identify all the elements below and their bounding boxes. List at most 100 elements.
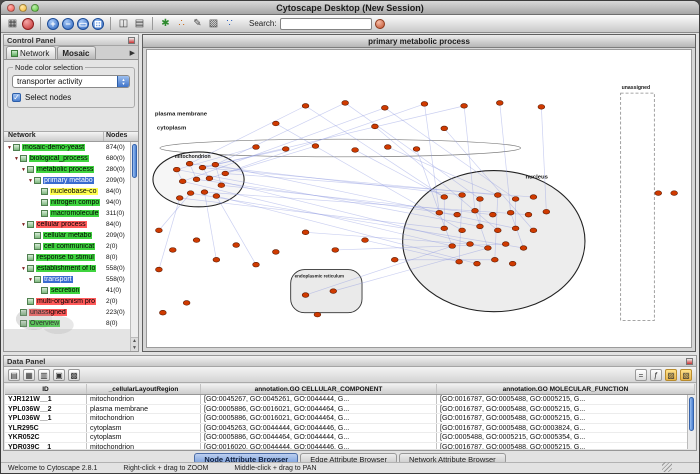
network-node[interactable] bbox=[512, 197, 519, 202]
tab-mosaic[interactable]: Mosaic bbox=[57, 46, 96, 59]
column-header[interactable]: annotation.GO CELLULAR_COMPONENT bbox=[201, 384, 437, 394]
network-edge[interactable] bbox=[215, 103, 345, 165]
network-node[interactable] bbox=[441, 226, 448, 231]
network-node[interactable] bbox=[494, 228, 501, 233]
vizmapper-icon[interactable]: ✱ bbox=[159, 17, 172, 30]
network-node[interactable] bbox=[441, 126, 448, 131]
network-node[interactable] bbox=[173, 167, 180, 172]
tree-row[interactable]: response to stimul8(0) bbox=[4, 252, 138, 263]
table-cell[interactable]: [GO:0016787, GO:0005488, GO:0003824, G..… bbox=[437, 424, 695, 433]
network-node[interactable] bbox=[314, 312, 321, 317]
network-node[interactable] bbox=[253, 145, 260, 150]
delete-attribute-icon[interactable]: ▥ bbox=[38, 369, 50, 381]
tree-row[interactable]: nucleobase-co84(0) bbox=[4, 186, 138, 197]
network-node[interactable] bbox=[187, 191, 194, 196]
network-node[interactable] bbox=[509, 261, 516, 266]
tree-column-nodes[interactable]: Nodes bbox=[104, 132, 138, 141]
window-titlebar[interactable]: Cytoscape Desktop (New Session) bbox=[1, 1, 699, 15]
column-header[interactable]: annotation.GO MOLECULAR_FUNCTION bbox=[437, 384, 695, 394]
network-node[interactable] bbox=[384, 145, 391, 150]
network-node[interactable] bbox=[302, 104, 309, 109]
network-node[interactable] bbox=[449, 244, 456, 249]
save-session-icon[interactable] bbox=[22, 18, 34, 30]
expander-icon[interactable]: ▼ bbox=[20, 222, 27, 228]
network-node[interactable] bbox=[176, 196, 183, 201]
expander-icon[interactable]: ▼ bbox=[27, 178, 34, 184]
tree-column-network[interactable]: Network bbox=[4, 132, 104, 141]
network-node[interactable] bbox=[156, 228, 163, 233]
network-node[interactable] bbox=[530, 195, 537, 200]
tab-network[interactable]: Network bbox=[6, 46, 56, 59]
network-node[interactable] bbox=[484, 246, 491, 251]
open-attribute-file-icon[interactable]: ▧ bbox=[680, 369, 692, 381]
table-cell[interactable]: YJR121W__1 bbox=[5, 395, 87, 404]
network-node[interactable] bbox=[362, 238, 369, 243]
search-input[interactable] bbox=[280, 18, 372, 30]
table-cell[interactable]: mitochondrion bbox=[87, 395, 201, 404]
resize-grip[interactable] bbox=[662, 462, 672, 472]
network-node[interactable] bbox=[489, 212, 496, 217]
network-node[interactable] bbox=[218, 183, 225, 188]
scrollbar-thumb[interactable] bbox=[132, 144, 137, 178]
zoom-out-icon[interactable]: − bbox=[62, 18, 74, 30]
tab-overflow-button[interactable]: ▶ bbox=[130, 49, 138, 59]
select-attributes-icon[interactable]: ▤ bbox=[8, 369, 20, 381]
network-node[interactable] bbox=[441, 195, 448, 200]
network-node[interactable] bbox=[454, 212, 461, 217]
table-cell[interactable]: mitochondrion bbox=[87, 414, 201, 423]
network-node[interactable] bbox=[179, 179, 186, 184]
tree-row[interactable]: ▼cellular process84(0) bbox=[4, 219, 138, 230]
network-node[interactable] bbox=[491, 257, 498, 262]
network-node[interactable] bbox=[159, 310, 166, 315]
network-node[interactable] bbox=[312, 144, 319, 149]
expander-icon[interactable]: ▼ bbox=[13, 156, 20, 162]
table-cell[interactable]: [GO:0005886, GO:0016021, GO:0044464, G..… bbox=[201, 414, 437, 423]
network-node[interactable] bbox=[330, 289, 337, 294]
network-canvas[interactable]: plasma membrane cytoplasm mitochondrion … bbox=[147, 50, 691, 347]
table-cell[interactable]: YLR295C bbox=[5, 424, 87, 433]
table-cell[interactable]: [GO:0005488, GO:0005215, GO:0005354, G..… bbox=[437, 433, 695, 442]
network-node[interactable] bbox=[332, 248, 339, 253]
network-node[interactable] bbox=[169, 248, 176, 253]
network-node[interactable] bbox=[655, 191, 662, 196]
function-builder-icon[interactable]: ƒ bbox=[650, 369, 662, 381]
network-node[interactable] bbox=[477, 197, 484, 202]
table-cell[interactable]: [GO:0005886, GO:0016021, GO:0044464, G..… bbox=[201, 405, 437, 414]
column-header[interactable]: _cellularLayoutRegion bbox=[87, 384, 201, 394]
table-row[interactable]: YJR121W__1mitochondrion[GO:0045267, GO:0… bbox=[5, 395, 695, 405]
tree-row[interactable]: cell communicat2(0) bbox=[4, 241, 138, 252]
table-cell[interactable]: [GO:0005886, GO:0044464, GO:0044444, G..… bbox=[201, 433, 437, 442]
column-header[interactable]: ID bbox=[5, 384, 87, 394]
network-node[interactable] bbox=[496, 101, 503, 106]
network-node[interactable] bbox=[156, 267, 163, 272]
expander-icon[interactable]: ▼ bbox=[20, 167, 27, 173]
tree-row[interactable]: ▼primary metabo209(0) bbox=[4, 175, 138, 186]
network-node[interactable] bbox=[282, 147, 289, 152]
network-node[interactable] bbox=[253, 262, 260, 267]
close-window-button[interactable] bbox=[7, 4, 15, 12]
network-node[interactable] bbox=[421, 102, 428, 107]
equation-builder-icon[interactable]: = bbox=[635, 369, 647, 381]
network-node[interactable] bbox=[342, 101, 349, 106]
network-node[interactable] bbox=[193, 177, 200, 182]
network-node[interactable] bbox=[472, 208, 479, 213]
network-node[interactable] bbox=[525, 212, 532, 217]
expander-icon[interactable]: ▼ bbox=[20, 266, 27, 272]
zoom-window-button[interactable] bbox=[31, 4, 39, 12]
network-node[interactable] bbox=[512, 226, 519, 231]
network-node[interactable] bbox=[459, 228, 466, 233]
tree-row[interactable]: ▼establishment of lo558(0) bbox=[4, 263, 138, 274]
minimize-window-button[interactable] bbox=[19, 4, 27, 12]
network-node[interactable] bbox=[474, 261, 481, 266]
table-cell[interactable]: cytoplasm bbox=[87, 424, 201, 433]
network-node[interactable] bbox=[183, 301, 190, 306]
zoom-selected-region-icon[interactable]: ▭ bbox=[77, 18, 89, 30]
zoom-to-fit-icon[interactable]: ⊞ bbox=[92, 18, 104, 30]
table-row[interactable]: YLR295Ccytoplasm[GO:0045263, GO:0044444,… bbox=[5, 424, 695, 434]
network-node[interactable] bbox=[213, 194, 220, 199]
float-data-panel-icon[interactable] bbox=[686, 358, 693, 365]
network-node[interactable] bbox=[507, 210, 514, 215]
network-edge[interactable] bbox=[345, 103, 480, 199]
network-node[interactable] bbox=[530, 228, 537, 233]
trash-icon[interactable]: ▩ bbox=[68, 369, 80, 381]
